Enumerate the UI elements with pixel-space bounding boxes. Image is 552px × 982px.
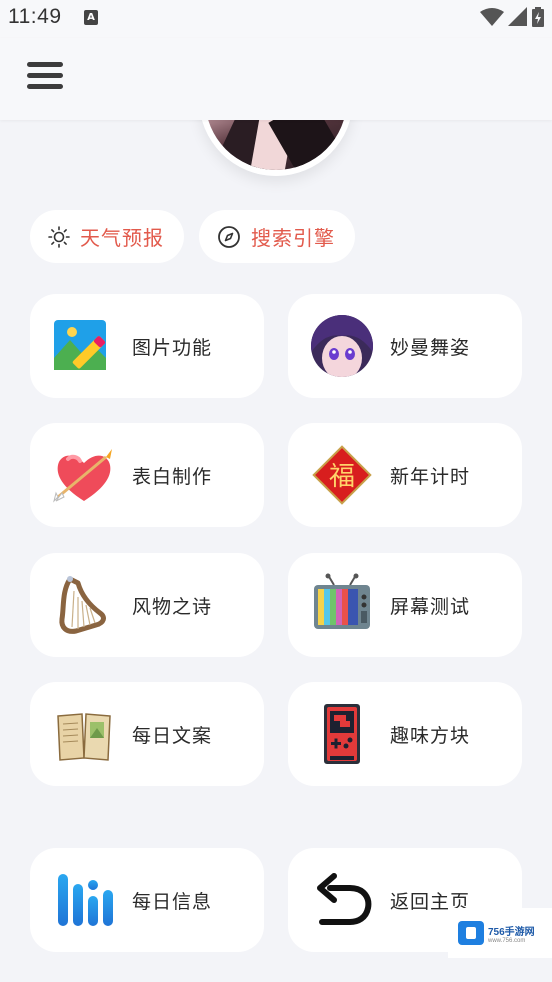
card-dance[interactable]: 妙曼舞姿 — [288, 294, 522, 398]
watermark-title: 756手游网 — [488, 926, 535, 938]
search-engine-chip[interactable]: 搜索引擎 — [199, 210, 355, 263]
image-edit-icon — [52, 314, 116, 378]
tv-icon — [310, 573, 374, 637]
fu-character: 福 — [329, 462, 355, 492]
card-label: 新年计时 — [390, 465, 471, 488]
signal-icon — [508, 7, 527, 26]
card-screen-test[interactable]: 屏幕测试 — [288, 553, 522, 657]
card-label: 表白制作 — [132, 465, 213, 488]
fu-icon: 福 — [310, 443, 374, 507]
return-arrow-icon — [310, 868, 374, 932]
status-time: 11:49 — [8, 5, 62, 28]
status-bar: 11:49 A — [0, 0, 552, 38]
quick-chips: 天气预报 搜索引擎 — [30, 210, 355, 263]
app-toolbar — [0, 38, 552, 120]
card-fun-blocks[interactable]: 趣味方块 — [288, 682, 522, 786]
card-label: 每日文案 — [132, 724, 213, 747]
anime-avatar-icon — [310, 314, 374, 378]
card-confession[interactable]: 表白制作 — [30, 423, 264, 527]
a-icon: A — [84, 10, 98, 25]
harp-icon — [52, 573, 116, 637]
card-daily-copy[interactable]: 每日文案 — [30, 682, 264, 786]
compass-icon — [218, 225, 240, 248]
book-icon — [52, 702, 116, 766]
search-engine-chip-label: 搜索引擎 — [251, 226, 335, 250]
weather-chip-label: 天气预报 — [80, 226, 164, 250]
menu-icon[interactable] — [27, 62, 63, 92]
status-icons — [480, 7, 544, 27]
gameboy-icon — [310, 702, 374, 766]
card-label: 图片功能 — [132, 336, 213, 359]
card-label: 屏幕测试 — [390, 595, 471, 618]
heart-arrow-icon — [52, 443, 116, 507]
sun-icon — [48, 225, 70, 248]
card-new-year-timer[interactable]: 福 新年计时 — [288, 423, 522, 527]
bars-icon — [52, 868, 116, 932]
wifi-icon — [480, 8, 504, 26]
card-image-function[interactable]: 图片功能 — [30, 294, 264, 398]
card-poetry[interactable]: 风物之诗 — [30, 553, 264, 657]
card-label: 妙曼舞姿 — [390, 336, 471, 359]
card-daily-info[interactable]: 每日信息 — [30, 848, 264, 952]
watermark-icon — [458, 921, 484, 945]
card-label: 趣味方块 — [390, 724, 471, 747]
weather-chip[interactable]: 天气预报 — [30, 210, 184, 263]
card-label: 每日信息 — [132, 890, 213, 913]
watermark-logo: 756手游网 www.756.com — [448, 908, 552, 958]
battery-icon — [532, 7, 544, 27]
card-label: 风物之诗 — [132, 595, 213, 618]
watermark-subtitle: www.756.com — [488, 937, 526, 944]
